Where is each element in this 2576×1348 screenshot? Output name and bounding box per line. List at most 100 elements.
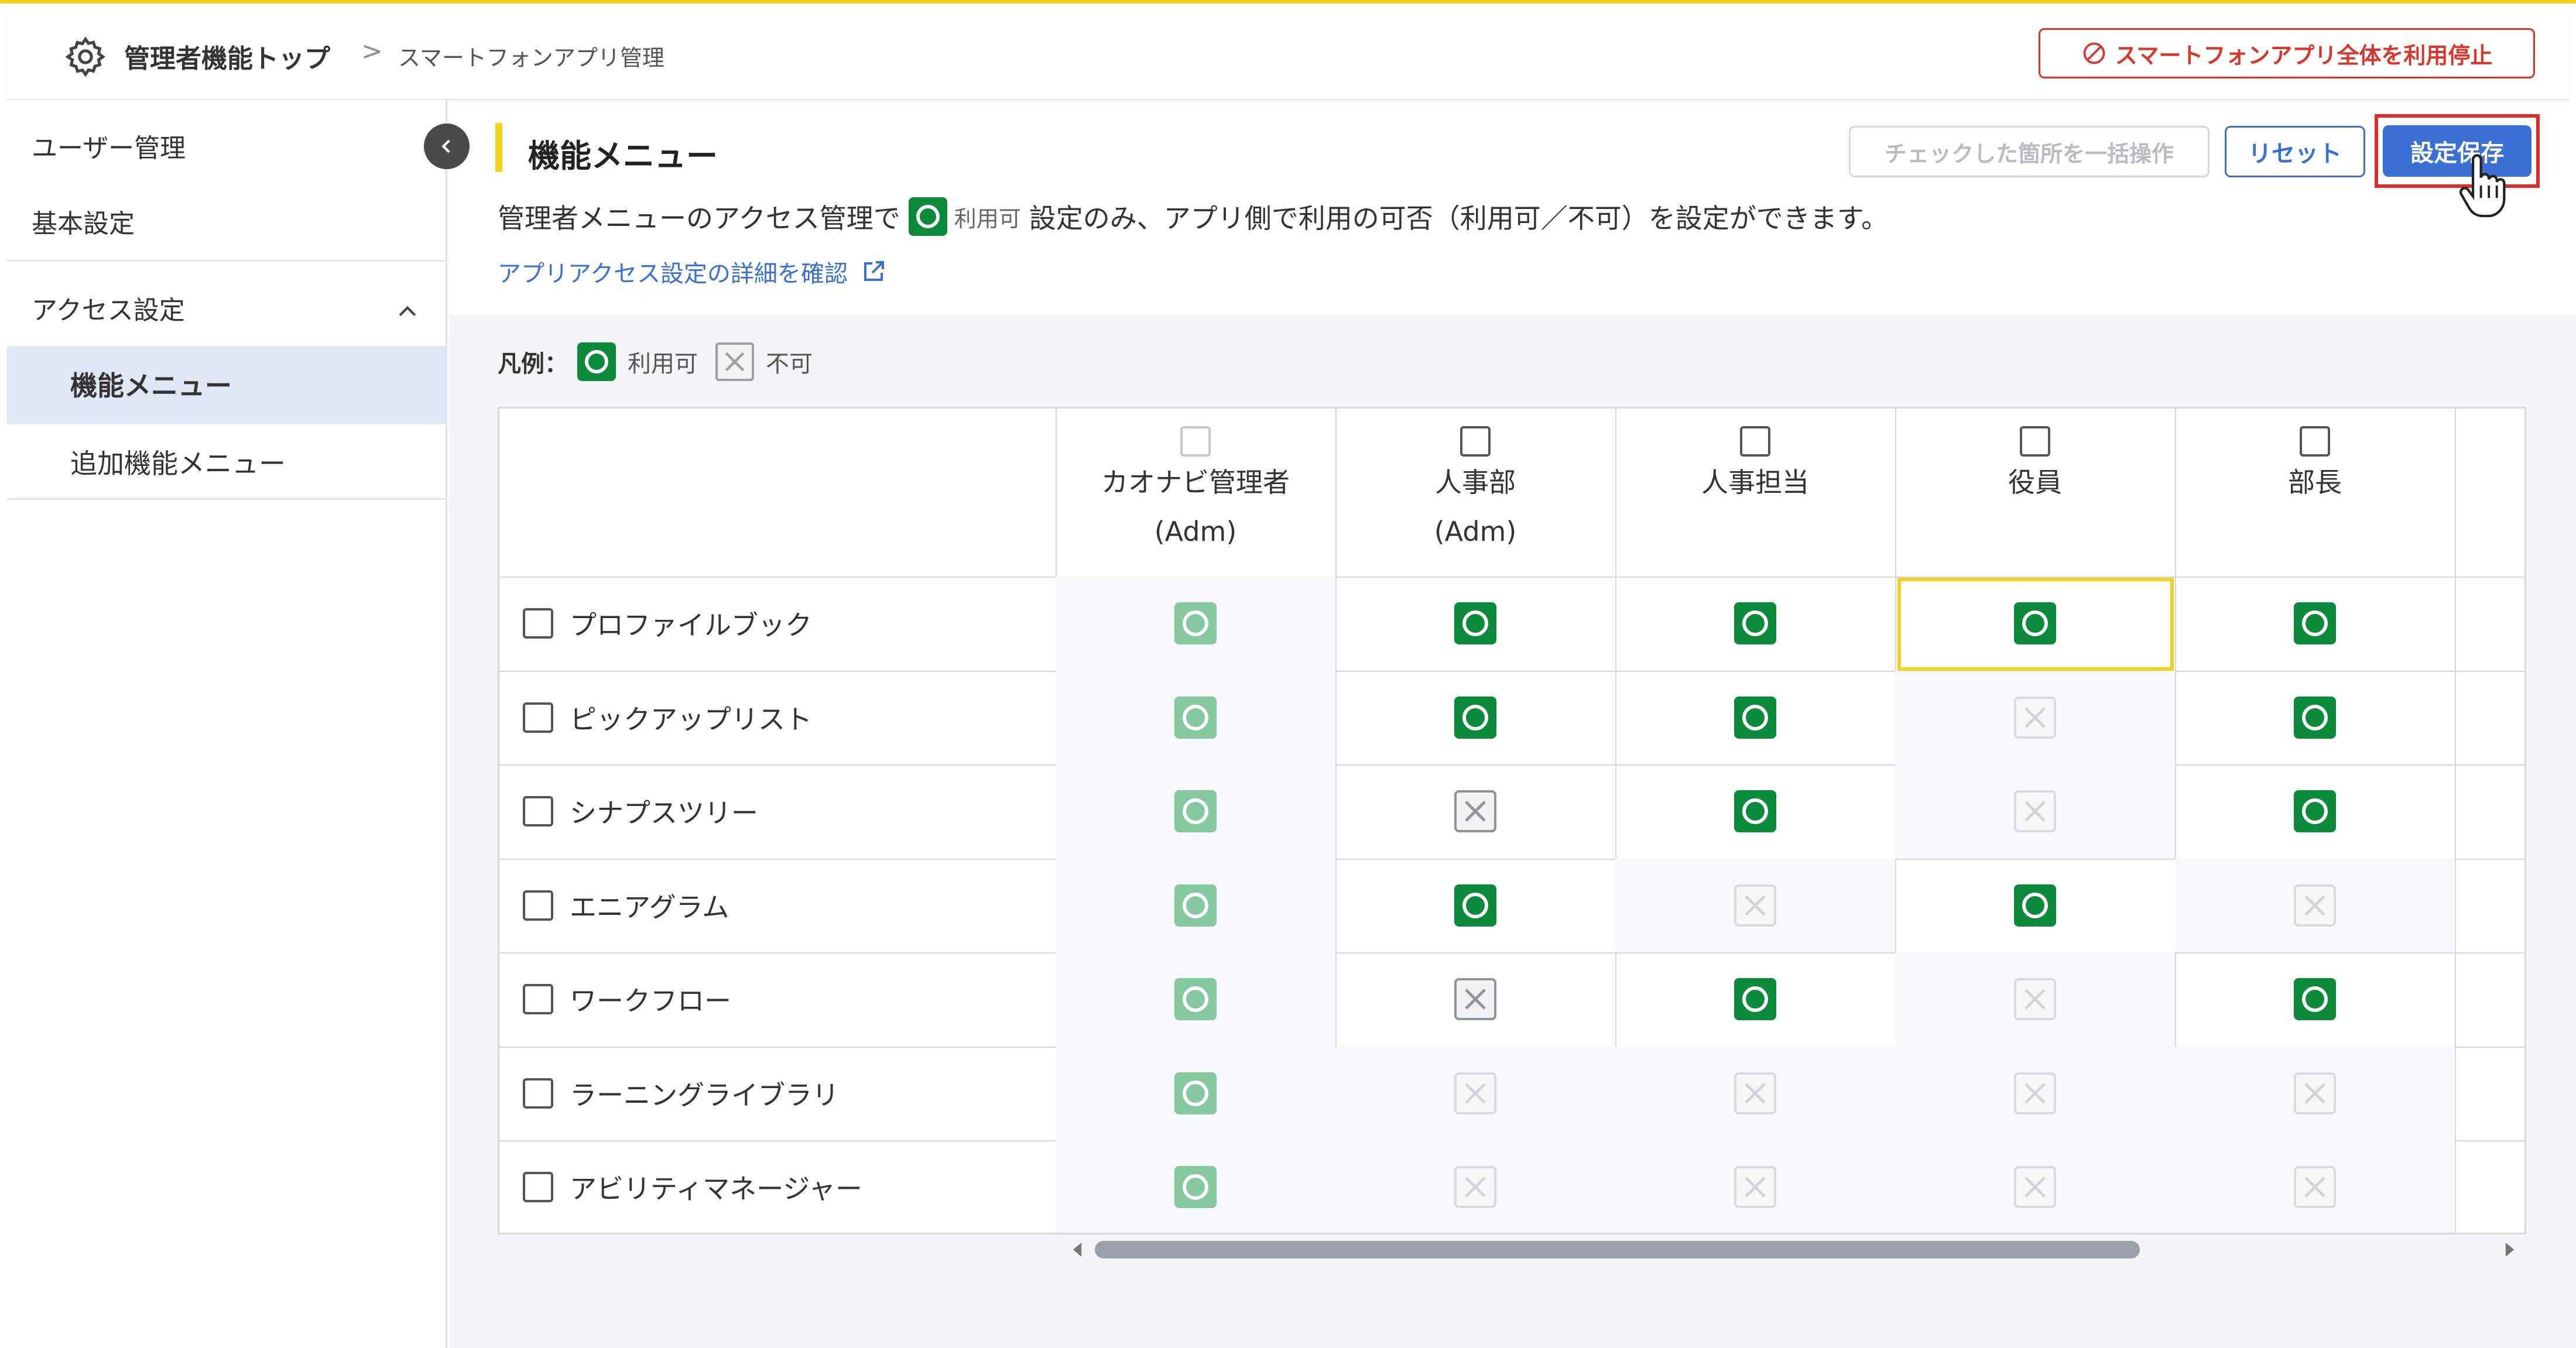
row-select-checkbox[interactable] [523,1172,553,1203]
sidebar-collapse-button[interactable] [424,124,470,169]
access-detail-link-label[interactable]: アプリアクセス設定の詳細を確認 [498,255,848,289]
permission-cell[interactable] [1335,577,1615,671]
column-select-checkbox[interactable] [1460,426,1491,457]
row-feature-label: アビリティマネージャー [570,1173,863,1205]
permission-cell[interactable] [1615,952,1895,1047]
ok-circle-icon [1174,884,1217,927]
sidebar-item-user-admin[interactable]: ユーザー管理 [32,127,186,164]
app-header: 管理者機能トップ > スマートフォンアプリ管理 スマートフォンアプリ全体を利用停… [7,4,2569,100]
scroll-right-arrow-icon[interactable] [2503,1241,2517,1258]
ok-circle-icon[interactable] [2294,602,2336,645]
ok-circle-icon[interactable] [1454,884,1496,927]
permission-cell[interactable] [1335,764,1615,859]
ok-circle-icon[interactable] [2294,696,2336,739]
sidebar-item-basic-settings[interactable]: 基本設定 [32,203,135,240]
column-header: 人事担当 [1615,423,1895,507]
ok-circle-icon[interactable] [1734,978,1776,1021]
permission-cell[interactable] [2175,952,2455,1047]
row-feature-label: ピックアップリスト [570,703,812,735]
permission-cell [1056,858,1335,952]
horizontal-scrollbar-thumb[interactable] [1095,1241,2140,1258]
row-select-checkbox[interactable] [523,608,553,639]
column-header-label: 人事部 [1435,467,1516,498]
permission-cell [1056,764,1335,859]
cross-icon [1734,1166,1776,1209]
table-column-divider [2455,409,2456,1233]
cross-icon[interactable] [1454,978,1496,1021]
row-select-checkbox[interactable] [523,796,553,827]
column-select-checkbox[interactable] [2020,426,2050,457]
ok-circle-icon[interactable] [1454,602,1496,645]
row-feature-label: エニアグラム [570,891,729,923]
row-feature-label: ラーニングライブラリ [570,1079,839,1111]
gear-icon[interactable] [63,35,108,79]
sidebar-item-feature-menu[interactable]: 機能メニュー [70,365,232,403]
description-part1: 管理者メニューのアクセス管理で [498,203,900,234]
ok-circle-icon[interactable] [1454,696,1496,739]
cross-icon [1454,1072,1496,1114]
permission-cell[interactable] [2175,764,2455,859]
cross-icon [2014,1072,2056,1114]
permission-cell [1056,670,1335,764]
access-detail-link[interactable]: アプリアクセス設定の詳細を確認 [498,255,888,289]
legend-ng-label: 不可 [766,351,813,378]
permission-cell[interactable] [1335,859,1615,953]
column-select-checkbox[interactable] [1740,426,1770,457]
breadcrumb-home[interactable]: 管理者機能トップ [124,37,330,75]
row-select-checkbox[interactable] [523,702,553,733]
column-header-label: カオナビ管理者 [1101,467,1290,498]
permission-cell[interactable] [1615,764,1895,859]
ok-circle-icon[interactable] [1734,790,1776,833]
permission-cell [1335,1140,1615,1233]
reset-button[interactable]: リセット [2225,126,2365,177]
cross-icon [1734,1072,1776,1114]
permission-cell[interactable] [1335,671,1615,765]
permission-cell[interactable] [1895,859,2175,953]
permission-cell[interactable] [2175,577,2455,671]
permission-cell [1056,1046,1335,1140]
ok-circle-icon [1174,978,1217,1021]
external-link-icon [864,261,884,281]
row-select-checkbox[interactable] [523,890,553,921]
sidebar: ユーザー管理 基本設定 アクセス設定 機能メニュー 追加機能メニュー [7,100,470,1348]
stop-all-app-button[interactable]: スマートフォンアプリ全体を利用停止 [2039,28,2535,78]
permission-cell[interactable] [1615,577,1895,671]
permission-cell [2175,1046,2455,1140]
permission-cell[interactable] [1615,671,1895,765]
column-header: カオナビ管理者 (Adm) [1056,423,1335,556]
row-feature-label: プロファイルブック [570,609,812,642]
row-select-checkbox[interactable] [523,984,553,1015]
ok-circle-icon[interactable] [1734,696,1776,739]
column-header: 人事部 (Adm) [1335,423,1615,556]
legend-title: 凡例： [498,351,568,378]
ok-circle-icon[interactable] [1734,602,1776,645]
ok-circle-icon [577,342,616,381]
sidebar-item-access-settings[interactable]: アクセス設定 [32,289,185,327]
row-select-checkbox[interactable] [523,1078,553,1109]
permission-cell[interactable] [2175,671,2455,765]
permission-cell [1056,577,1335,671]
cross-icon [1734,884,1776,927]
scroll-left-arrow-icon[interactable] [1070,1241,1084,1258]
permission-cell[interactable] [1335,952,1615,1047]
ok-circle-icon[interactable] [2014,884,2056,927]
cross-icon [2294,1072,2336,1114]
table-row-name: アビリティマネージャー [499,1140,1057,1233]
breadcrumb-current: スマートフォンアプリ管理 [398,45,664,71]
bulk-action-button[interactable]: チェックした箇所を一括操作 [1849,126,2210,177]
permission-cell [2175,858,2455,952]
chevron-up-icon[interactable] [395,299,420,325]
ok-circle-icon[interactable] [2294,978,2336,1021]
cross-icon[interactable] [1454,790,1496,833]
stop-all-app-label: スマートフォンアプリ全体を利用停止 [2115,42,2493,68]
cross-icon [2294,1166,2336,1209]
table-row-name: シナプスツリー [499,764,1057,859]
ok-circle-icon[interactable] [2294,790,2336,833]
prohibited-icon [2083,42,2105,64]
permission-cell [1895,670,2175,764]
column-header: 役員 [1895,423,2175,507]
column-select-checkbox[interactable] [2300,426,2330,457]
description-part2: 設定のみ、アプリ側で利用の可否（利用可／不可）を設定ができます。 [1029,203,1889,234]
sidebar-item-additional-feature-menu[interactable]: 追加機能メニュー [70,443,286,481]
ok-circle-icon [1174,1072,1217,1114]
